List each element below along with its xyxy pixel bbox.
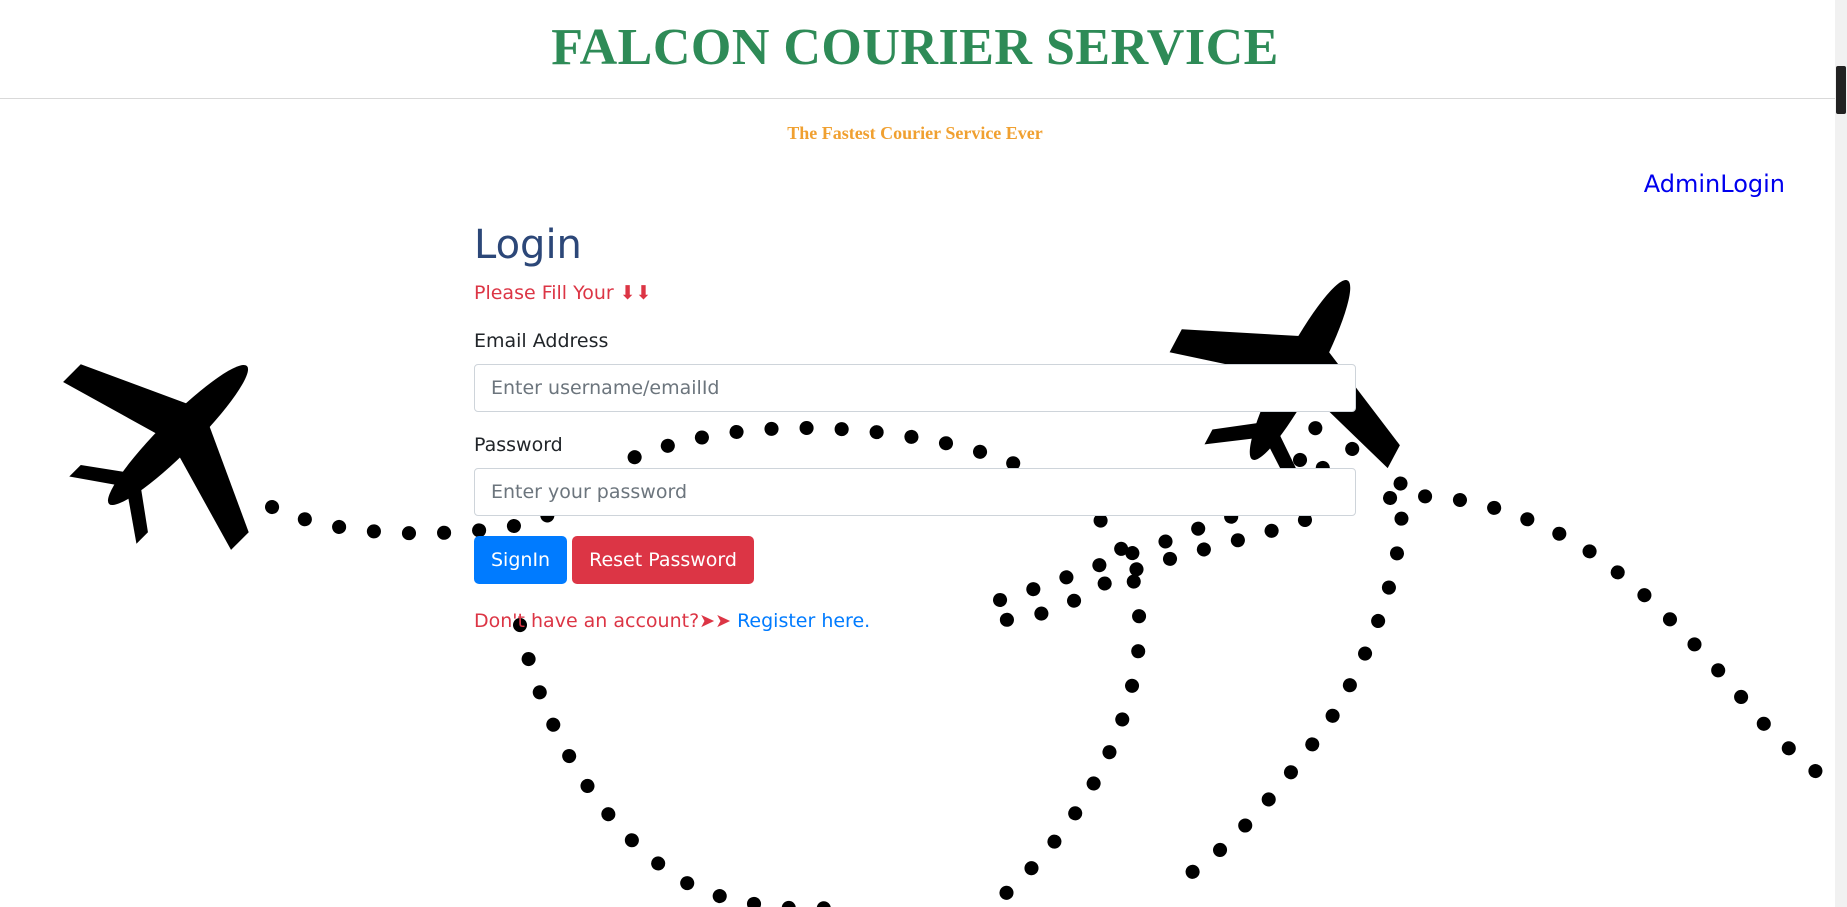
email-label: Email Address	[474, 330, 609, 352]
register-prompt-text: Don't have an account?➤➤	[474, 610, 738, 632]
scroll-thumb[interactable]	[1836, 66, 1846, 114]
signin-button[interactable]: SignIn	[474, 536, 568, 584]
page-title: Login	[474, 222, 582, 268]
form-hint: Please Fill Your ⬇⬇	[474, 282, 652, 304]
email-field[interactable]	[474, 364, 1356, 412]
button-row: SignIn Reset Password	[474, 536, 1356, 584]
tagline: The Fastest Courier Service Ever	[787, 123, 1043, 143]
airplane-icon	[63, 364, 249, 550]
admin-login-link[interactable]: AdminLogin	[1644, 170, 1785, 198]
site-header: FALCON COURIER SERVICE	[0, 0, 1847, 99]
reset-password-button[interactable]: Reset Password	[572, 536, 754, 584]
scrollbar[interactable]	[1835, 0, 1847, 907]
password-field[interactable]	[474, 468, 1356, 516]
register-prompt: Don't have an account?➤➤ Register here.	[474, 610, 1356, 632]
register-link[interactable]: Register here.	[737, 610, 870, 632]
login-form: Login Please Fill Your ⬇⬇ Email Address …	[474, 222, 1356, 632]
password-label: Password	[474, 434, 563, 456]
brand-title: FALCON COURIER SERVICE	[551, 19, 1279, 76]
